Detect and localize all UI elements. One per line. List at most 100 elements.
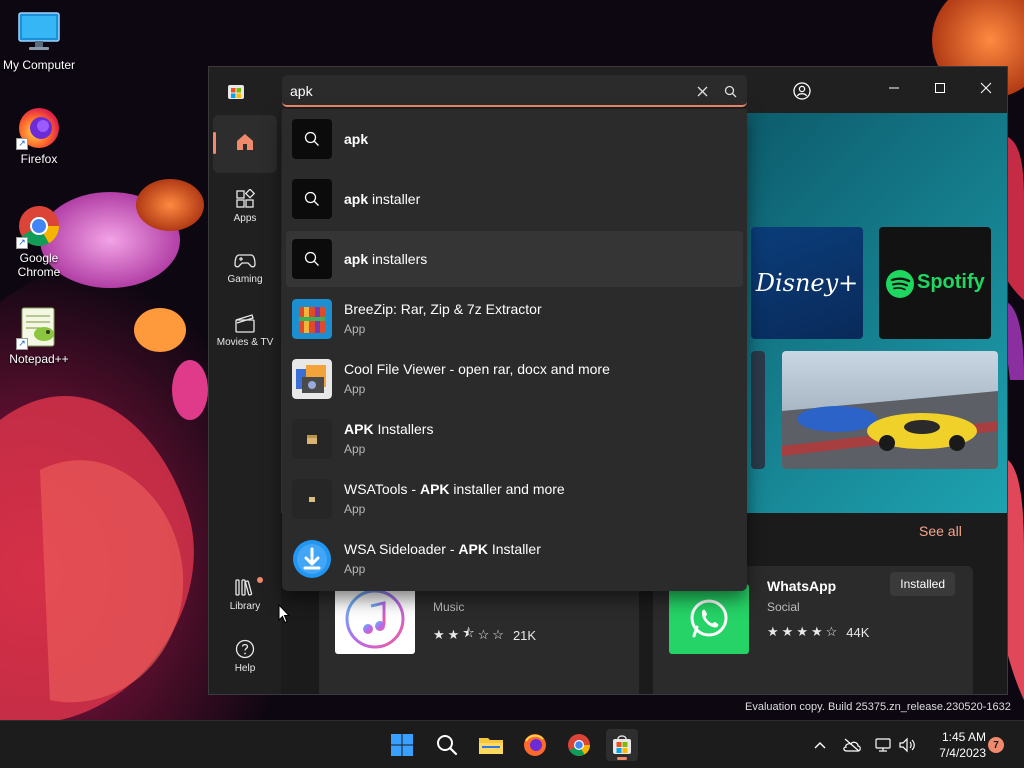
suggestion-app[interactable]: WSATools - APK installer and more App [286, 471, 743, 527]
tile-spotify[interactable]: Spotify [879, 227, 991, 339]
user-icon [793, 82, 811, 100]
disney-plus-logo: Disney+ [755, 269, 859, 297]
coolfileviewer-icon [292, 359, 332, 399]
star-icon: ★ [767, 624, 779, 639]
notification-badge[interactable]: 7 [988, 737, 1004, 753]
desktop-icon-firefox[interactable]: ↗ Firefox [0, 104, 78, 166]
nav-label: Help [234, 662, 256, 674]
search-icon [292, 239, 332, 279]
search-input[interactable] [290, 79, 680, 103]
mouse-cursor-icon [278, 604, 290, 624]
rating-count: 21K [512, 627, 537, 643]
breezip-icon [292, 299, 332, 339]
installed-button[interactable]: Installed [890, 572, 955, 596]
wsatools-icon [292, 479, 332, 519]
chevron-up-icon [814, 742, 826, 749]
rating-stars: ★ ★ ⯪ ☆ ☆ 21K [433, 624, 536, 646]
suggestion-title: WSATools - APK installer and more [344, 481, 565, 497]
star-empty-icon: ☆ [492, 627, 504, 642]
nav-label: Gaming [227, 273, 263, 285]
suggestion-title: BreeZip: Rar, Zip & 7z Extractor [344, 301, 542, 317]
star-empty-icon: ☆ [825, 624, 838, 639]
suggestion-type: App [344, 502, 366, 516]
suggestion-text: apk [344, 131, 369, 147]
close-icon [980, 82, 992, 94]
suggestion-query[interactable]: apk [286, 111, 743, 167]
folder-icon [479, 738, 503, 754]
search-icon [724, 85, 736, 97]
firefox-icon [524, 734, 546, 756]
clock[interactable]: 1:45 AM 7/4/2023 [928, 729, 986, 761]
suggestion-title: Cool File Viewer - open rar, docx and mo… [344, 361, 610, 377]
network-tray-button[interactable] [873, 735, 893, 755]
store-taskbar-button[interactable] [606, 729, 638, 761]
file-explorer-button[interactable] [475, 729, 507, 761]
nav-apps[interactable]: Apps [213, 177, 277, 235]
clear-search-button[interactable] [692, 81, 712, 101]
spotify-logo-text: Spotify [917, 271, 985, 293]
chrome-taskbar-button[interactable] [563, 729, 595, 761]
search-box[interactable] [282, 75, 747, 107]
tile-disney-plus[interactable]: Disney+ [751, 227, 863, 339]
taskbar: 1:45 AM 7/4/2023 7 [0, 720, 1024, 768]
desktop-icon-chrome[interactable]: ↗ Google Chrome [0, 203, 78, 279]
star-icon: ★ [810, 624, 823, 639]
taskbar-search-button[interactable] [431, 729, 463, 761]
store-logo-icon [228, 85, 244, 99]
search-icon [437, 735, 458, 756]
nav-movies-tv[interactable]: Movies & TV [213, 301, 277, 359]
app-category: Music [433, 600, 465, 614]
desktop-icon-my-computer[interactable]: My Computer [0, 10, 78, 72]
tile-racing-game[interactable] [782, 351, 998, 469]
library-icon [235, 578, 253, 596]
suggestion-query[interactable]: apk installers [286, 231, 743, 287]
nav-library[interactable]: Library [213, 565, 277, 623]
desktop-icon-label: Google Chrome [17, 251, 61, 279]
see-all-link[interactable]: See all [919, 523, 962, 539]
star-half-icon: ⯪ [462, 625, 475, 640]
onedrive-tray-button[interactable] [842, 735, 862, 755]
app-category: Social [767, 600, 800, 614]
nav-gaming[interactable]: Gaming [213, 239, 277, 297]
apkinstallers-icon [292, 419, 332, 459]
search-button[interactable] [720, 81, 740, 101]
gamepad-icon [234, 253, 256, 267]
suggestion-app[interactable]: WSA Sideloader - APK Installer App [286, 531, 743, 587]
desktop-icon-label: My Computer [2, 58, 76, 72]
suggestion-app[interactable]: Cool File Viewer - open rar, docx and mo… [286, 351, 743, 407]
whatsapp-icon [669, 584, 749, 654]
profile-button[interactable] [788, 77, 816, 105]
close-icon [697, 86, 707, 96]
tile-partial[interactable] [751, 351, 765, 469]
monitor-icon [16, 10, 62, 56]
volume-icon [899, 737, 915, 753]
suggestion-app[interactable]: APK Installers App [286, 411, 743, 467]
show-hidden-icons-button[interactable] [810, 735, 830, 755]
suggestion-text: apk installer [344, 191, 421, 207]
evaluation-watermark: Evaluation copy. Build 25375.zn_release.… [745, 701, 1011, 713]
racing-game-art [782, 351, 998, 469]
minimize-button[interactable] [871, 73, 917, 103]
download-icon [292, 539, 332, 579]
chrome-icon [568, 734, 590, 756]
suggestion-query[interactable]: apk installer [286, 171, 743, 227]
maximize-button[interactable] [917, 73, 963, 103]
spotify-icon [886, 270, 914, 298]
volume-tray-button[interactable] [897, 735, 917, 755]
home-icon [237, 134, 253, 150]
start-button[interactable] [386, 729, 418, 761]
firefox-taskbar-button[interactable] [519, 729, 551, 761]
suggestion-app[interactable]: BreeZip: Rar, Zip & 7z Extractor App [286, 291, 743, 347]
search-icon [292, 179, 332, 219]
clock-date: 7/4/2023 [939, 746, 986, 760]
film-icon [235, 313, 255, 333]
close-button[interactable] [963, 73, 1007, 103]
network-icon [875, 738, 891, 752]
notepadpp-icon: ↗ [16, 304, 62, 350]
rating-stars: ★ ★ ★ ★ ☆ 44K [767, 624, 869, 640]
nav-help[interactable]: Help [213, 627, 277, 685]
desktop-icon-notepadpp[interactable]: ↗ Notepad++ [0, 304, 78, 366]
nav-home[interactable] [213, 115, 277, 173]
desktop-icon-label: Firefox [20, 152, 58, 166]
suggestion-type: App [344, 442, 366, 456]
